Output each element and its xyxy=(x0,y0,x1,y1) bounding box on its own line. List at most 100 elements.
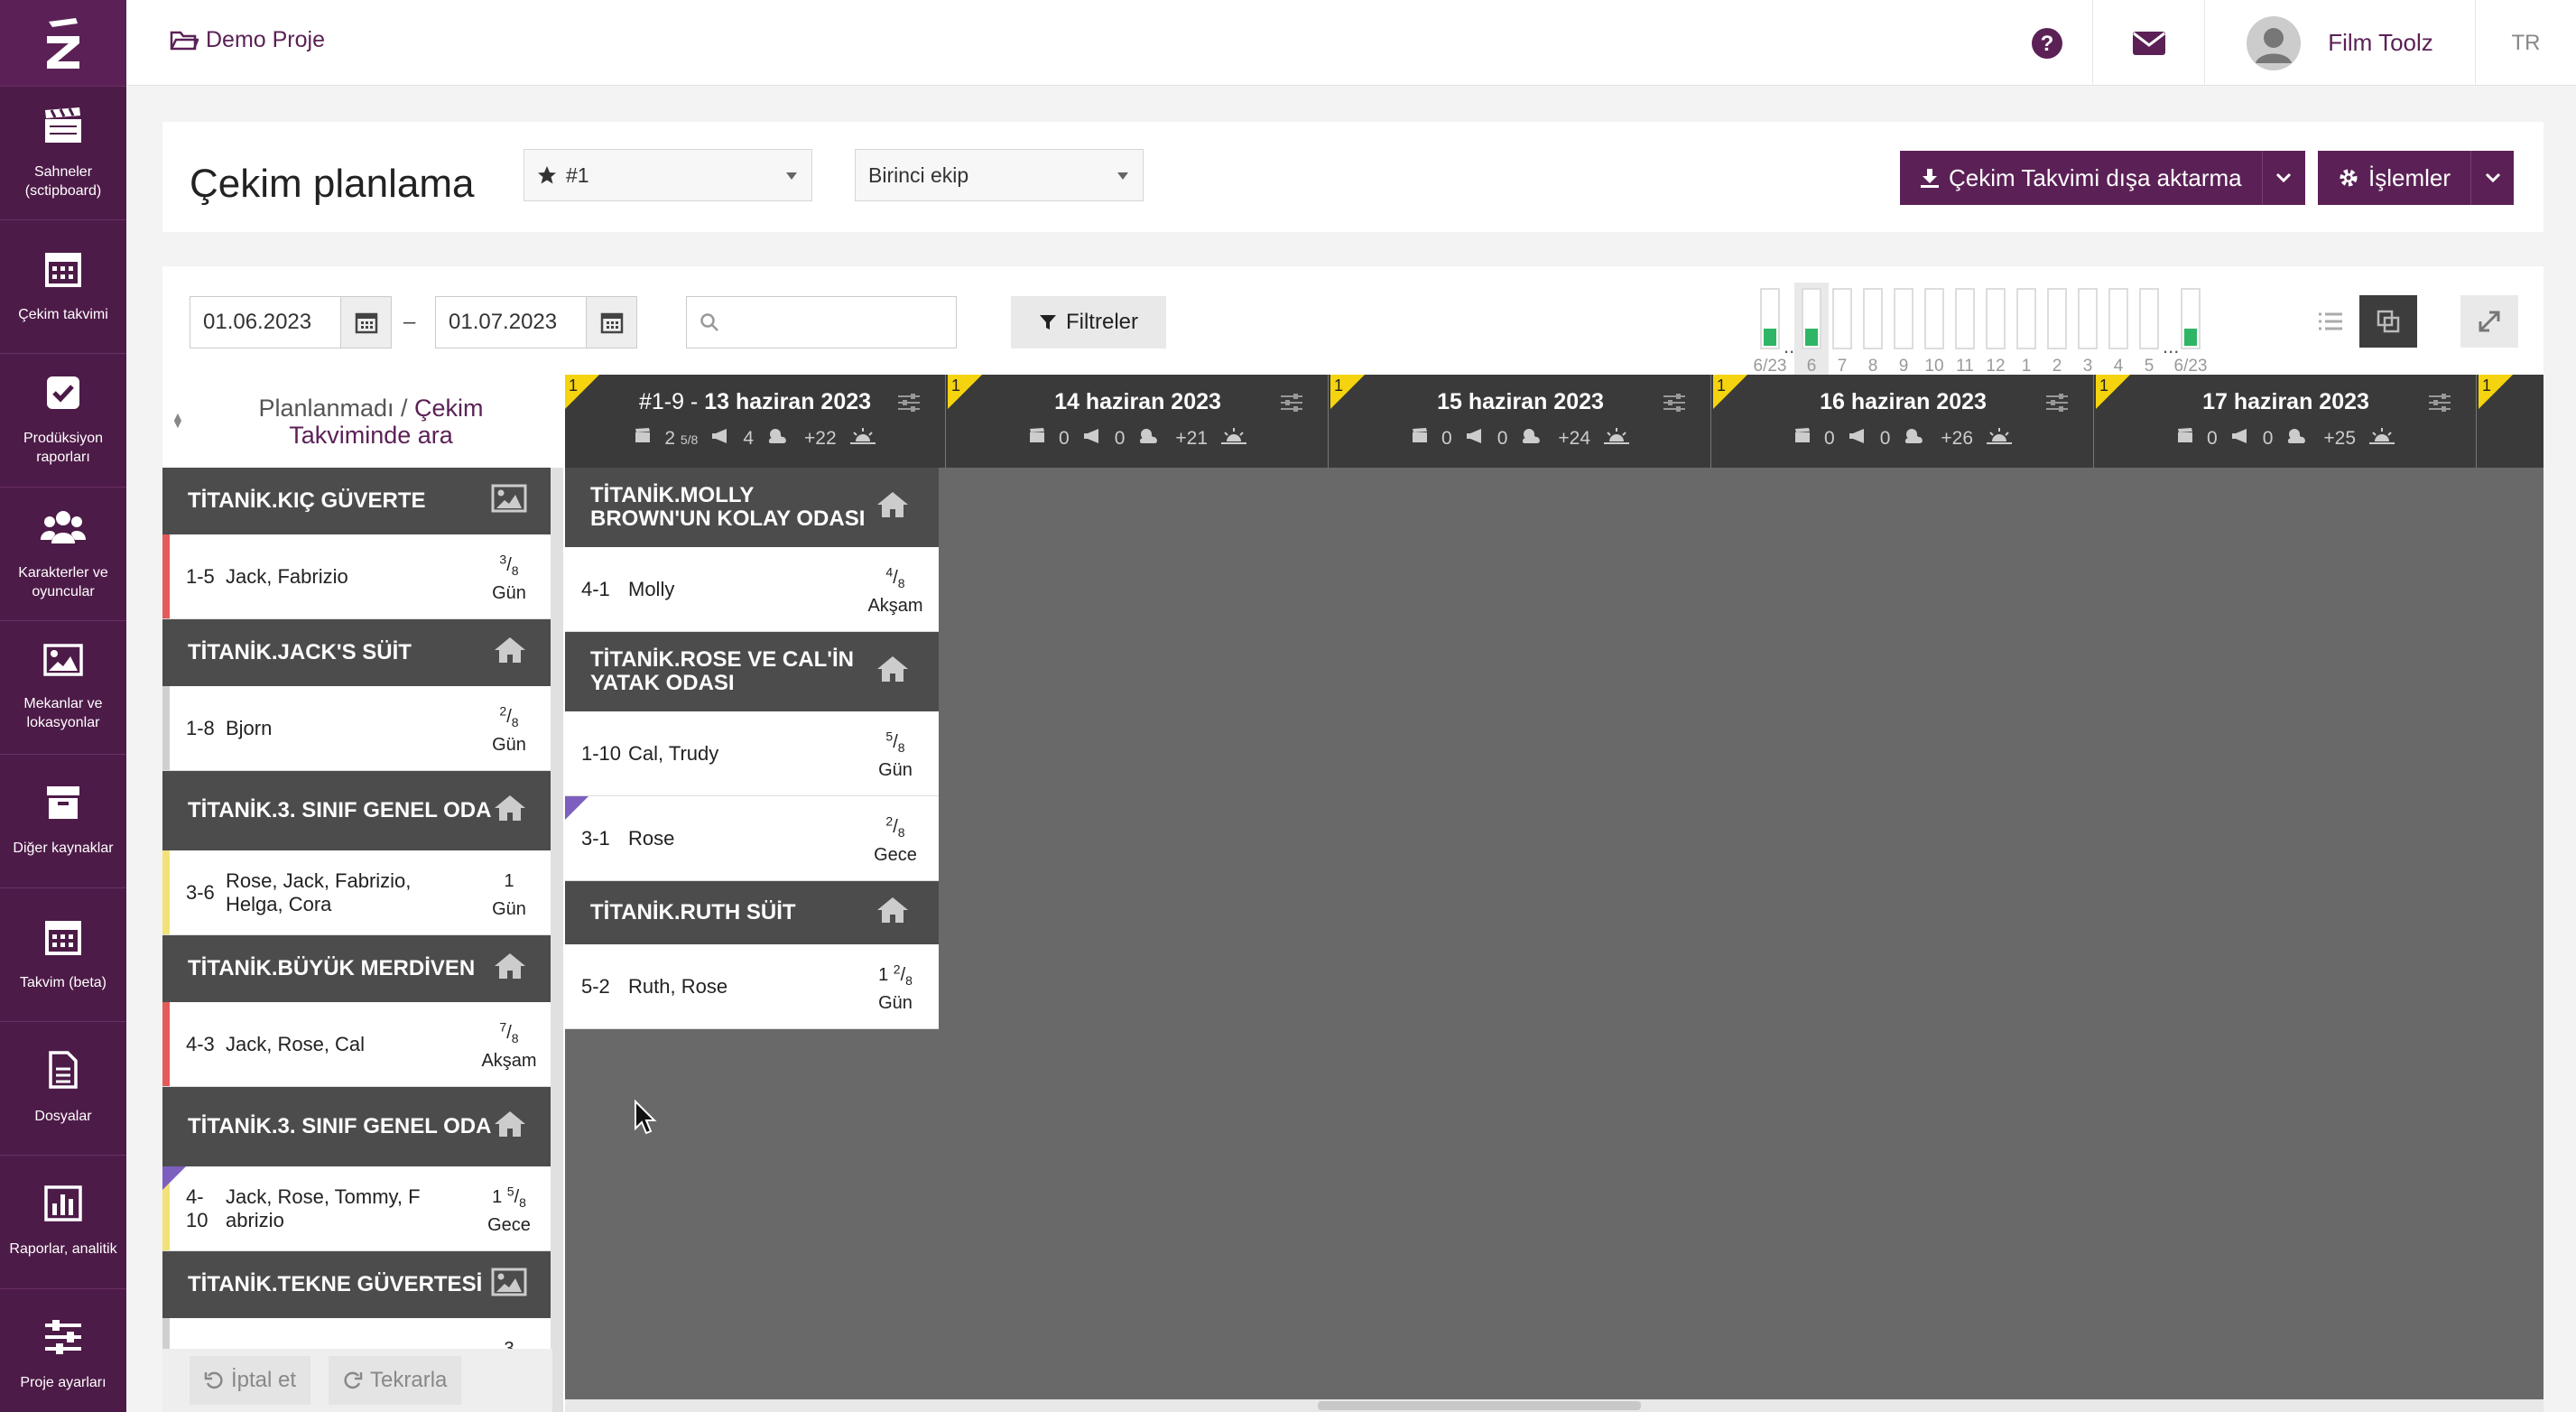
sidebar-item-8[interactable]: Dosyalar xyxy=(0,1021,126,1155)
date-from-field[interactable]: 01.06.2023 xyxy=(190,296,392,348)
scene-time: Gün xyxy=(492,734,526,755)
scene-strip[interactable]: 4-10 Jack, Rose, Tommy, F abrizio 1 5/8 Gec… xyxy=(162,1166,552,1251)
location-header[interactable]: TİTANİK.RUTH SÜİT xyxy=(565,881,939,944)
location-header[interactable]: TİTANİK.TEKNE GÜVERTESİ xyxy=(162,1251,552,1318)
fullscreen-button[interactable] xyxy=(2460,295,2518,348)
location-header[interactable]: TİTANİK.JACK'S SÜİT xyxy=(162,619,552,686)
project-link[interactable]: Demo Proje xyxy=(170,27,325,53)
scene-characters: Bjorn xyxy=(226,716,273,739)
sidebar-item-5[interactable]: Mekanlar ve lokasyonlar xyxy=(0,620,126,754)
sidebar-item-2[interactable]: Çekim takvimi xyxy=(0,219,126,353)
export-schedule-button[interactable]: Çekim Takvimi dışa aktarma xyxy=(1900,151,2305,205)
sidebar-item-10[interactable]: Proje ayarları xyxy=(0,1288,126,1412)
horizontal-scrollbar[interactable] xyxy=(565,1399,2544,1412)
scene-strip[interactable]: 1-8 Bjorn 2/8 Gün xyxy=(162,686,552,771)
mini-chart-bar[interactable] xyxy=(2078,288,2098,349)
list-view-button[interactable] xyxy=(2302,295,2359,348)
messages-button[interactable] xyxy=(2092,0,2204,86)
day-column[interactable]: TİTANİK.MOLLY BROWN'UN KOLAY ODASI 4-1 Mol… xyxy=(565,468,939,1029)
location-name: TİTANİK.3. SINIF GENEL ODA xyxy=(188,798,492,822)
sidebar-item-7[interactable]: Takvim (beta) xyxy=(0,887,126,1021)
app-logo[interactable] xyxy=(0,0,126,86)
export-main[interactable]: Çekim Takvimi dışa aktarma xyxy=(1900,151,2262,205)
mini-chart-bar[interactable] xyxy=(1924,288,1944,349)
day-header[interactable]: 1 17 haziran 2023 0 0 +25 xyxy=(2096,375,2477,468)
scene-strip[interactable]: 3-1 Rose 2/8 Gece xyxy=(565,796,939,881)
scene-strip[interactable]: 3-6 Rose, Jack, Fabrizio, Helga, Cora 1 Gü… xyxy=(162,850,552,935)
actions-button[interactable]: İşlemler xyxy=(2318,151,2515,205)
chevron-down-icon xyxy=(786,172,797,180)
day-title: 15 haziran 2023 xyxy=(1330,389,1710,415)
day-header[interactable]: 1 #1-9 - 13 haziran 2023 2 5/8 4 +22 xyxy=(565,375,946,468)
scene-length-cell: 1 2/8 Gün xyxy=(852,958,939,1015)
day-header[interactable]: 1 16 haziran 2023 0 0 +26 xyxy=(1713,375,2094,468)
location-header[interactable]: TİTANİK.3. SINIF GENEL ODA xyxy=(162,1087,552,1166)
scene-strip[interactable]: 1-10 Cal, Trudy 5/8 Gün xyxy=(565,711,939,796)
day-settings-icon[interactable] xyxy=(2044,393,2070,417)
scene-strip[interactable]: 5-2 Ruth, Rose 1 2/8 Gün xyxy=(565,944,939,1029)
location-header[interactable]: TİTANİK.MOLLY BROWN'UN KOLAY ODASI xyxy=(565,468,939,547)
actions-main[interactable]: İşlemler xyxy=(2318,151,2470,205)
board-view-button[interactable] xyxy=(2359,295,2417,348)
mini-chart-bar[interactable] xyxy=(2181,288,2201,349)
location-header[interactable]: TİTANİK.BÜYÜK MERDİVEN xyxy=(162,935,552,1002)
mini-chart-bar[interactable] xyxy=(1955,288,1975,349)
mini-chart-bar[interactable] xyxy=(1760,288,1780,349)
home-icon xyxy=(493,1110,527,1144)
location-header[interactable]: TİTANİK.ROSE VE CAL'İN YATAK ODASI xyxy=(565,632,939,711)
scene-flag-corner xyxy=(565,796,588,820)
temperature: +21 xyxy=(1175,428,1208,449)
export-dropdown-toggle[interactable] xyxy=(2261,151,2305,205)
scroll-thumb[interactable] xyxy=(1318,1401,1641,1410)
redo-button[interactable]: Tekrarla xyxy=(329,1356,462,1405)
mini-chart-bar[interactable] xyxy=(1832,288,1852,349)
scene-strip[interactable]: 1-5 Jack, Fabrizio 3/8 Gün xyxy=(162,534,552,619)
mini-chart-bar[interactable] xyxy=(2108,288,2128,349)
mini-chart-bar[interactable] xyxy=(2139,288,2159,349)
team-select[interactable]: Birinci ekip xyxy=(855,149,1144,201)
day-settings-icon[interactable] xyxy=(1662,393,1687,417)
scene-count-value: 0 xyxy=(2207,428,2218,449)
unplanned-scrollbar[interactable] xyxy=(551,468,563,1412)
sort-icon[interactable]: ▲ ▼ xyxy=(171,410,184,430)
calendar-icon[interactable] xyxy=(340,297,391,348)
location-header[interactable]: TİTANİK.3. SINIF GENEL ODA xyxy=(162,771,552,850)
sidebar-item-4[interactable]: Karakterler ve oyuncular xyxy=(0,487,126,620)
scene-length: 3/8 xyxy=(499,552,518,578)
date-to-field[interactable]: 01.07.2023 xyxy=(435,296,637,348)
actions-dropdown-toggle[interactable] xyxy=(2470,151,2514,205)
day-settings-icon[interactable] xyxy=(2427,393,2452,417)
scene-length: 5/8 xyxy=(885,729,904,755)
user-menu[interactable]: Film Toolz xyxy=(2204,0,2475,86)
scene-strip[interactable]: 4-3 Jack, Rose, Cal 7/8 Akşam xyxy=(162,1002,552,1087)
day-settings-icon[interactable] xyxy=(1279,393,1304,417)
mini-chart-bar[interactable] xyxy=(2016,288,2036,349)
unplanned-title: Planlanmadı / xyxy=(258,394,415,422)
day-header[interactable]: 1 14 haziran 2023 0 0 +21 xyxy=(948,375,1329,468)
language-switch[interactable]: TR xyxy=(2475,0,2576,86)
help-button[interactable]: ? xyxy=(2002,0,2092,86)
search-input[interactable] xyxy=(686,296,957,348)
mini-chart-bar[interactable] xyxy=(1986,288,2006,349)
day-header[interactable]: 1 15 haziran 2023 0 0 +24 xyxy=(1330,375,1711,468)
mini-chart-bar[interactable] xyxy=(1863,288,1883,349)
sidebar-item-9[interactable]: Raporlar, analitik xyxy=(0,1155,126,1288)
scene-color-strip xyxy=(162,534,170,618)
mini-chart-bar[interactable] xyxy=(1894,288,1913,349)
day-header[interactable]: 1 xyxy=(2479,375,2544,468)
scene-strip[interactable]: 4-1 Molly 4/8 Akşam xyxy=(565,547,939,632)
calendar-icon[interactable] xyxy=(586,297,636,348)
day-settings-icon[interactable] xyxy=(896,393,922,417)
schedule-select[interactable]: #1 xyxy=(524,149,812,201)
sidebar-item-6[interactable]: Diğer kaynaklar xyxy=(0,754,126,887)
undo-button[interactable]: İptal et xyxy=(190,1356,311,1405)
sidebar-item-1[interactable]: Sahneler (sctipboard) xyxy=(0,86,126,219)
mini-chart-bar[interactable] xyxy=(1802,288,1821,349)
weather-icon xyxy=(1520,427,1545,451)
top-bar: Demo Proje ? Film Toolz TR xyxy=(126,0,2576,86)
filters-button[interactable]: Filtreler xyxy=(1011,296,1166,348)
mini-chart-bar[interactable] xyxy=(2047,288,2067,349)
location-header[interactable]: TİTANİK.KIÇ GÜVERTE xyxy=(162,468,552,534)
chevron-down-icon xyxy=(2276,172,2292,183)
sidebar-item-3[interactable]: Prodüksiyon raporları xyxy=(0,353,126,487)
